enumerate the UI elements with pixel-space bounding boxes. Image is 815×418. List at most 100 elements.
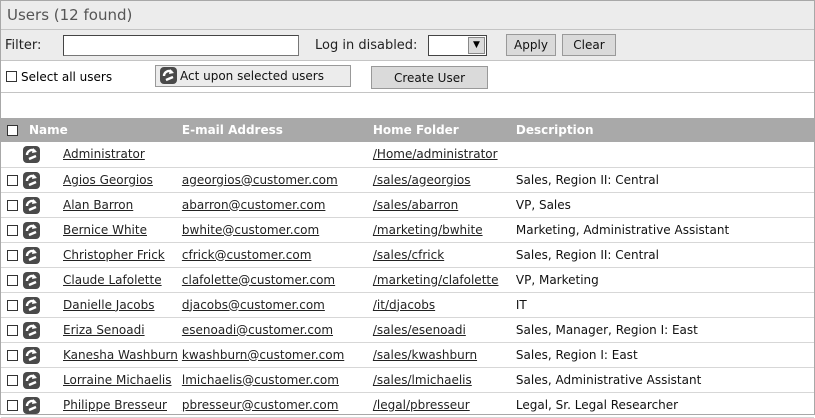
user-email-link[interactable]: abarron@customer.com — [182, 198, 326, 212]
row-checkbox[interactable] — [7, 399, 18, 411]
home-folder-link[interactable]: /marketing/bwhite — [373, 223, 483, 237]
apply-button[interactable]: Apply — [506, 34, 556, 56]
user-description: Legal, Sr. Legal Researcher — [515, 397, 679, 412]
users-panel: Users (12 found) Filter: Log in disabled… — [0, 0, 815, 418]
home-folder-link[interactable]: /Home/administrator — [373, 147, 498, 161]
user-email-link[interactable]: kwashburn@customer.com — [182, 348, 344, 362]
home-folder-link[interactable]: /sales/cfrick — [373, 248, 444, 262]
table-row: Kanesha Washburn kwashburn@customer.com/s… — [1, 342, 814, 367]
actions-bar: Select all users Act upon selected users… — [1, 61, 814, 93]
create-user-button[interactable]: Create User — [371, 66, 488, 89]
clear-button[interactable]: Clear — [562, 34, 616, 56]
home-folder-link[interactable]: /sales/esenoadi — [373, 323, 466, 337]
table-row: Claude Lafolette clafolette@customer.com /… — [1, 267, 814, 292]
table-row: Alan Barron abarron@customer.com/sales/ab… — [1, 192, 814, 217]
user-description: Sales, Region I: East — [515, 347, 638, 362]
user-name-link[interactable]: Bernice White — [63, 223, 147, 237]
row-action-icon[interactable] — [23, 321, 40, 339]
row-action-icon[interactable] — [23, 371, 40, 389]
panel-title: Users (12 found) — [1, 1, 814, 30]
user-name-link[interactable]: Lorraine Michaelis — [63, 373, 172, 387]
user-description: Sales, Region II: Central — [515, 247, 659, 262]
table-row: Administrator/Home/administrator — [1, 142, 814, 167]
row-action-icon[interactable] — [23, 171, 40, 189]
act-upon-label: Act upon selected users — [180, 69, 324, 83]
user-email-link[interactable]: cfrick@customer.com — [182, 248, 312, 262]
user-email-link[interactable]: esenoadi@customer.com — [182, 323, 333, 337]
users-table: Name E-mail Address Home Folder Descript… — [1, 118, 814, 418]
row-checkbox[interactable] — [7, 349, 18, 361]
column-header-home-folder[interactable]: Home Folder — [369, 118, 512, 142]
row-checkbox[interactable] — [7, 274, 18, 286]
select-all-label: Select all users — [21, 70, 113, 84]
row-action-icon[interactable] — [23, 396, 40, 414]
table-row: Philippe Bresseur pbresseur@customer.com /… — [1, 392, 814, 417]
table-row: Lorraine Michaelis lmichaelis@customer.co… — [1, 367, 814, 392]
act-upon-selected-button[interactable]: Act upon selected users — [155, 65, 351, 87]
row-checkbox[interactable] — [7, 174, 18, 186]
user-description: Sales, Region II: Central — [515, 172, 659, 187]
user-name-link[interactable]: Alan Barron — [63, 198, 133, 212]
row-action-icon[interactable] — [23, 196, 40, 214]
user-description: Sales, Manager, Region I: East — [515, 322, 698, 337]
home-folder-link[interactable]: /sales/lmichaelis — [373, 373, 472, 387]
row-checkbox[interactable] — [7, 199, 18, 211]
user-name-link[interactable]: Administrator — [63, 147, 145, 161]
home-folder-link[interactable]: /sales/ageorgios — [373, 173, 471, 187]
user-email-link[interactable]: ageorgios@customer.com — [182, 173, 338, 187]
home-folder-link[interactable]: /sales/abarron — [373, 198, 458, 212]
row-checkbox[interactable] — [7, 374, 18, 386]
select-all-checkbox[interactable] — [6, 71, 17, 82]
home-folder-link[interactable]: /marketing/clafolette — [373, 273, 499, 287]
column-header-email[interactable]: E-mail Address — [178, 118, 369, 142]
user-name-link[interactable]: Eriza Senoadi — [63, 323, 145, 337]
home-folder-link[interactable]: /sales/kwashburn — [373, 348, 477, 362]
table-row: Eriza Senoadi esenoadi@customer.com/sales… — [1, 317, 814, 342]
row-action-icon[interactable] — [23, 296, 40, 314]
user-description: Sales, Administrative Assistant — [515, 372, 702, 387]
user-name-link[interactable]: Philippe Bresseur — [63, 398, 167, 412]
table-row: Danielle Jacobs djacobs@customer.com/it/d… — [1, 292, 814, 317]
row-checkbox[interactable] — [7, 324, 18, 336]
row-checkbox[interactable] — [7, 224, 18, 236]
user-email-link[interactable]: bwhite@customer.com — [182, 223, 319, 237]
filter-label: Filter: — [5, 38, 42, 53]
table-header-row: Name E-mail Address Home Folder Descript… — [1, 118, 814, 142]
user-name-link[interactable]: Danielle Jacobs — [63, 298, 154, 312]
row-checkbox[interactable] — [7, 249, 18, 261]
user-name-link[interactable]: Christopher Frick — [63, 248, 165, 262]
row-action-icon[interactable] — [23, 271, 40, 289]
home-folder-link[interactable]: /legal/pbresseur — [373, 398, 470, 412]
header-checkbox[interactable] — [7, 125, 18, 136]
row-action-icon[interactable] — [23, 346, 40, 364]
table-row: Agios Georgios ageorgios@customer.com/sal… — [1, 167, 814, 192]
user-name-link[interactable]: Agios Georgios — [63, 173, 153, 187]
user-email-link[interactable]: pbresseur@customer.com — [182, 398, 339, 412]
table-row: Bernice White bwhite@customer.com/marketi… — [1, 217, 814, 242]
user-description: Marketing, Administrative Assistant — [515, 222, 730, 237]
home-folder-link[interactable]: /it/djacobs — [373, 298, 435, 312]
row-action-icon[interactable] — [23, 146, 40, 163]
user-email-link[interactable]: djacobs@customer.com — [182, 298, 325, 312]
user-description: VP, Sales — [515, 197, 571, 212]
user-name-link[interactable]: Kanesha Washburn — [63, 348, 178, 362]
login-disabled-label: Log in disabled: — [315, 38, 418, 53]
user-description: IT — [515, 297, 527, 312]
column-header-description[interactable]: Description — [512, 118, 814, 142]
user-email-link[interactable]: clafolette@customer.com — [182, 273, 335, 287]
user-description: VP, Marketing — [515, 272, 599, 287]
column-header-name[interactable]: Name — [25, 118, 178, 142]
row-action-icon[interactable] — [23, 221, 40, 239]
user-email-link[interactable]: lmichaelis@customer.com — [182, 373, 339, 387]
filter-bar: Filter: Log in disabled: ▼ Apply Clear — [1, 30, 814, 61]
table-body: Administrator/Home/administrator Agios Ge… — [1, 142, 814, 417]
row-action-icon[interactable] — [23, 246, 40, 264]
row-checkbox[interactable] — [7, 299, 18, 311]
chevron-down-icon[interactable]: ▼ — [468, 37, 485, 54]
filter-input[interactable] — [63, 35, 299, 56]
table-row: Christopher Frick cfrick@customer.com/sal… — [1, 242, 814, 267]
user-description — [512, 142, 814, 167]
login-disabled-select[interactable]: ▼ — [428, 35, 487, 56]
user-name-link[interactable]: Claude Lafolette — [63, 273, 162, 287]
action-arrow-icon — [160, 67, 177, 84]
